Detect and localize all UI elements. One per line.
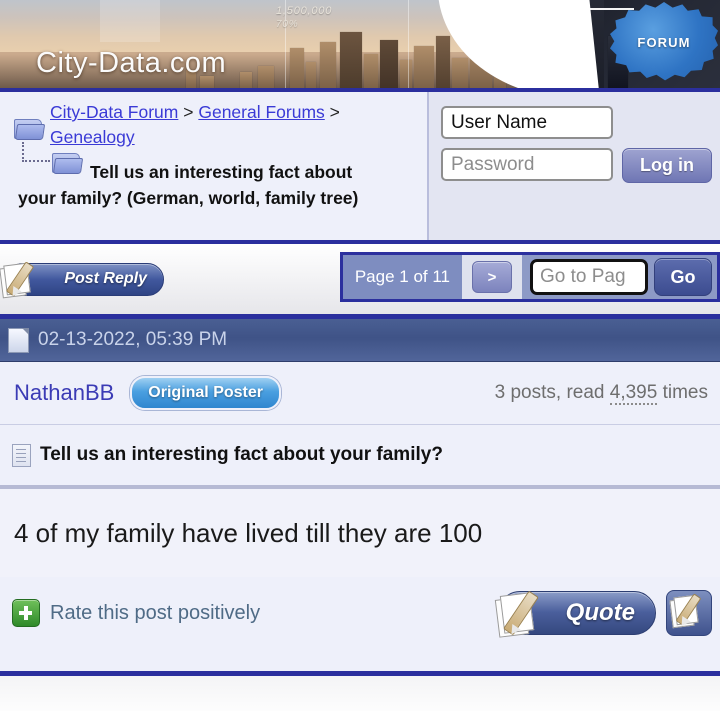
post-title: Tell us an interesting fact about your f… — [40, 444, 443, 465]
quote-icon-button[interactable] — [666, 590, 712, 636]
breadcrumb-item-genealogy[interactable]: Genealogy — [50, 127, 135, 147]
post-read-stats: 3 posts, read 4,395 times — [494, 382, 708, 405]
password-row: Password Log in — [441, 148, 712, 190]
post-stats-prefix: 3 posts, read — [494, 382, 605, 403]
post-title-row: Tell us an interesting fact about your f… — [0, 425, 720, 489]
login-button[interactable]: Log in — [622, 148, 712, 183]
post-reply-label: Post Reply — [64, 270, 147, 287]
post-body: 4 of my family have lived till they are … — [0, 489, 720, 577]
thread-toolbar: Post Reply Page 1 of 11 > Go to Pag Go — [0, 244, 720, 319]
post-actions-row: Rate this post positively Quote — [0, 577, 720, 649]
banner-stat-number: 1,500,000 — [276, 5, 333, 17]
pagination-bar: Page 1 of 11 > Go to Pag Go — [339, 252, 720, 302]
quote-button-group: Quote — [494, 590, 712, 638]
post-read-count: 4,395 — [609, 382, 658, 405]
forum-badge-label: FORUM — [637, 34, 691, 50]
breadcrumb: City-Data Forum > General Forums > Genea… — [8, 100, 421, 150]
pen-paper-icon — [669, 592, 709, 632]
tree-connector-icon — [22, 142, 50, 162]
banner-topline — [454, 8, 634, 10]
banner-guide-line — [408, 0, 409, 88]
password-input[interactable]: Password — [441, 148, 613, 181]
note-icon — [12, 443, 31, 467]
rate-post-positively-button[interactable]: Rate this post positively — [12, 599, 260, 627]
folder-icon — [52, 150, 84, 174]
login-panel: User Name Password Log in — [429, 92, 720, 240]
quote-label: Quote — [565, 599, 635, 626]
document-icon — [8, 327, 29, 353]
rate-post-label: Rate this post positively — [50, 601, 261, 624]
post-reply-button[interactable]: Post Reply — [0, 260, 164, 299]
go-to-page-cell: Go to Pag Go — [522, 255, 717, 299]
pen-paper-icon — [493, 588, 551, 642]
quote-button[interactable]: Quote — [494, 590, 656, 638]
site-banner: 1,500,000 70% FORUM City-Data.com — [0, 0, 720, 88]
banner-stat-percent: 70% — [276, 19, 299, 30]
post-meta-row: NathanBB Original Poster 3 posts, read 4… — [0, 362, 720, 425]
breadcrumb-separator: > — [329, 102, 340, 122]
original-poster-badge: Original Poster — [130, 376, 281, 410]
go-to-page-input[interactable]: Go to Pag — [530, 259, 648, 295]
go-button[interactable]: Go — [654, 258, 712, 296]
forum-badge: FORUM — [610, 2, 718, 82]
nav-login-band: City-Data Forum > General Forums > Genea… — [0, 88, 720, 244]
post-container: 02-13-2022, 05:39 PM NathanBB Original P… — [0, 319, 720, 676]
plus-icon — [12, 599, 40, 627]
thread-title-line-1: Tell us an interesting fact about — [90, 162, 353, 182]
next-page-cell: > — [462, 255, 522, 299]
page-bottom-area — [0, 676, 720, 711]
breadcrumb-separator: > — [183, 102, 194, 122]
pen-paper-icon — [0, 259, 43, 301]
next-page-button[interactable]: > — [472, 261, 512, 293]
post-stats-suffix: times — [662, 382, 708, 403]
site-name: City-Data.com — [36, 47, 227, 79]
page-indicator: Page 1 of 11 — [342, 255, 462, 299]
breadcrumb-panel: City-Data Forum > General Forums > Genea… — [0, 92, 429, 240]
banner-statistic: 1,500,000 70% — [276, 4, 332, 32]
post-header: 02-13-2022, 05:39 PM — [0, 319, 720, 362]
breadcrumb-item-general-forums[interactable]: General Forums — [198, 102, 324, 122]
post-author-link[interactable]: NathanBB — [14, 380, 114, 406]
username-input[interactable]: User Name — [441, 106, 613, 139]
page-root: 1,500,000 70% FORUM City-Data.com City-D… — [0, 0, 720, 711]
post-footer-divider — [0, 649, 720, 676]
folder-icon — [14, 116, 46, 140]
thread-title-line-2: your family? (German, world, family tree… — [18, 188, 359, 208]
post-date: 02-13-2022, 05:39 PM — [38, 329, 228, 350]
breadcrumb-item-city-data-forum[interactable]: City-Data Forum — [50, 102, 178, 122]
